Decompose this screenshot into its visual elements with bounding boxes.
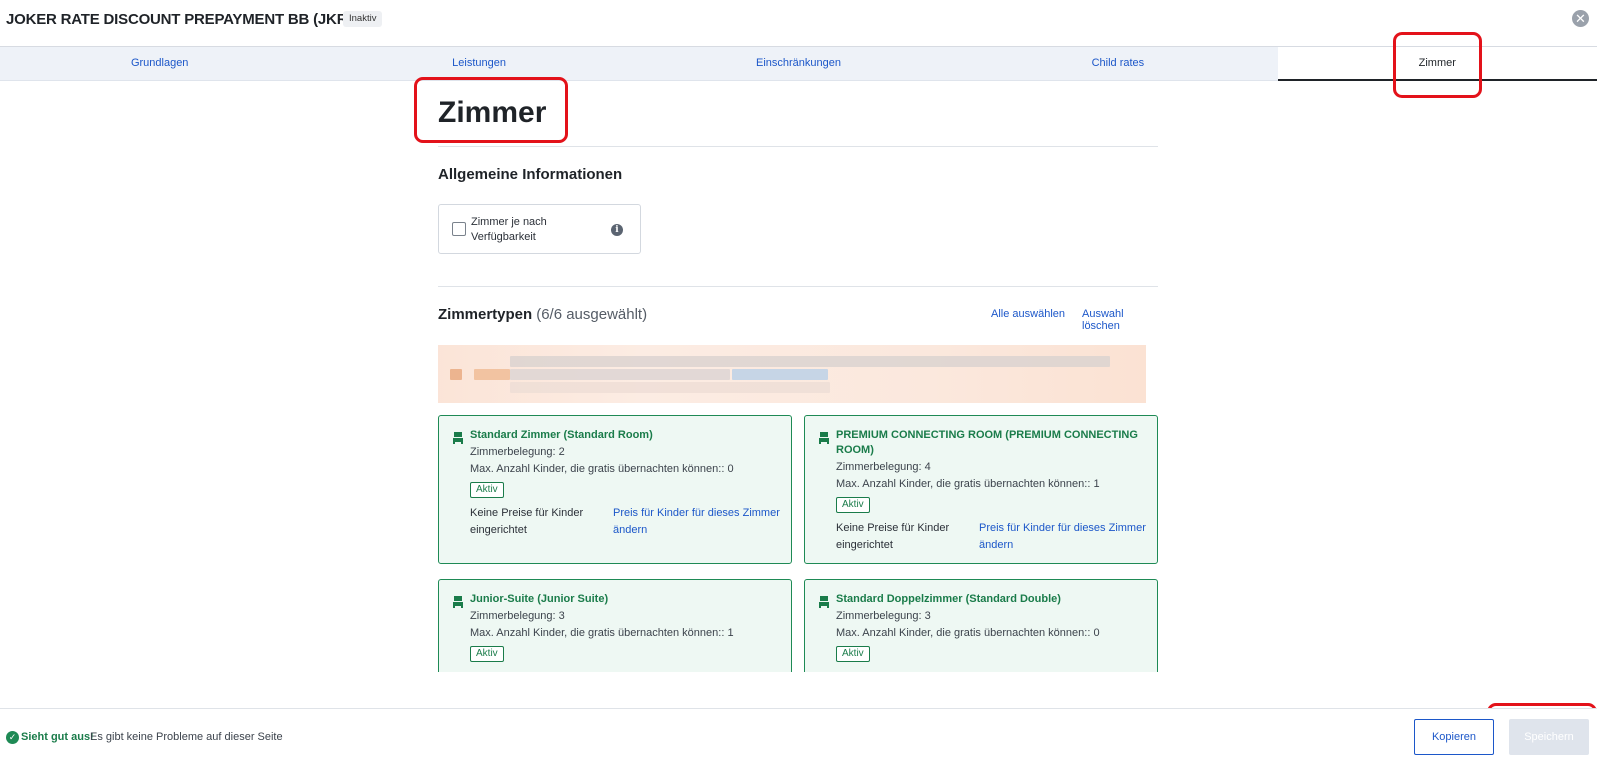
status-badge: Inaktiv <box>343 11 383 27</box>
obscured-notice-banner <box>438 345 1146 403</box>
room-card[interactable]: Junior-Suite (Junior Suite) Zimmerbelegu… <box>438 579 792 672</box>
copy-button[interactable]: Kopieren <box>1414 719 1494 755</box>
room-max-children: Max. Anzahl Kinder, die gratis übernacht… <box>836 627 1100 639</box>
status-message: Es gibt keine Probleme auf dieser Seite <box>90 731 283 743</box>
room-name: PREMIUM CONNECTING ROOM (PREMIUM CONNECT… <box>836 429 1138 456</box>
page-title: Zimmer <box>438 96 547 129</box>
kids-price-link[interactable]: Preis für Kinder für dieses Zimmer änder… <box>979 520 1149 554</box>
room-max-children: Max. Anzahl Kinder, die gratis übernacht… <box>470 463 734 475</box>
room-max-children: Max. Anzahl Kinder, die gratis übernacht… <box>470 627 734 639</box>
room-occupancy: Zimmerbelegung: 2 <box>470 446 565 458</box>
tab-grundlagen[interactable]: Grundlagen <box>0 47 319 81</box>
status-badge: Aktiv <box>470 646 504 662</box>
main-content: Zimmer Allgemeine Informationen Zimmer j… <box>438 82 1158 672</box>
roomtypes-count: (6/6 ausgewählt) <box>536 306 648 323</box>
room-card[interactable]: Standard Zimmer (Standard Room) Zimmerbe… <box>438 415 792 564</box>
room-occupancy: Zimmerbelegung: 3 <box>836 610 931 622</box>
divider <box>438 286 1158 287</box>
availability-checkbox-label: Zimmer je nach Verfügbarkeit <box>471 216 547 243</box>
room-card[interactable]: PREMIUM CONNECTING ROOM (PREMIUM CONNECT… <box>804 415 1158 564</box>
bed-icon <box>453 432 463 444</box>
kids-price-text: Keine Preise für Kinder eingerichtet <box>470 507 584 536</box>
roomtypes-title: Zimmertypen <box>438 306 533 323</box>
select-all-link[interactable]: Alle auswählen <box>991 308 1065 320</box>
room-occupancy: Zimmerbelegung: 3 <box>470 610 565 622</box>
tab-child-rates[interactable]: Child rates <box>958 47 1277 81</box>
availability-checkbox-card[interactable]: Zimmer je nach Verfügbarkeit i <box>438 204 641 254</box>
check-circle-icon: ✓ <box>6 731 19 744</box>
header-bar: JOKER RATE DISCOUNT PREPAYMENT BB (JKR) … <box>0 0 1597 47</box>
rate-title: JOKER RATE DISCOUNT PREPAYMENT BB (JKR) <box>6 11 353 28</box>
room-occupancy: Zimmerbelegung: 4 <box>836 461 931 473</box>
bed-icon <box>819 432 829 444</box>
save-button[interactable]: Speichern <box>1509 719 1589 755</box>
clear-selection-link[interactable]: Auswahl löschen <box>1082 308 1158 332</box>
status-badge: Aktiv <box>470 482 504 498</box>
info-icon[interactable]: i <box>611 224 623 236</box>
bed-icon <box>453 596 463 608</box>
kids-price-text: Keine Preise für Kinder eingerichtet <box>836 522 950 551</box>
section-heading-roomtypes: Zimmertypen (6/6 ausgewählt) <box>438 306 647 323</box>
tab-leistungen[interactable]: Leistungen <box>319 47 638 81</box>
status-message-strong: Sieht gut aus! <box>21 731 94 743</box>
availability-checkbox[interactable] <box>452 222 466 236</box>
footer-bar: ✓ Sieht gut aus! Es gibt keine Probleme … <box>0 708 1597 759</box>
kids-price-link[interactable]: Preis für Kinder für dieses Zimmer änder… <box>613 505 783 539</box>
room-card[interactable]: Standard Doppelzimmer (Standard Double) … <box>804 579 1158 672</box>
tab-einschraenkungen[interactable]: Einschränkungen <box>639 47 958 81</box>
bed-icon <box>819 596 829 608</box>
room-max-children: Max. Anzahl Kinder, die gratis übernacht… <box>836 478 1100 490</box>
room-name: Junior-Suite (Junior Suite) <box>470 593 609 605</box>
room-name: Standard Zimmer (Standard Room) <box>470 429 653 441</box>
divider <box>438 146 1158 147</box>
tab-bar: Grundlagen Leistungen Einschränkungen Ch… <box>0 47 1597 81</box>
tab-zimmer[interactable]: Zimmer <box>1277 47 1597 81</box>
close-icon[interactable]: ✕ <box>1572 10 1589 27</box>
section-heading-general: Allgemeine Informationen <box>438 166 623 183</box>
status-badge: Aktiv <box>836 646 870 662</box>
room-name: Standard Doppelzimmer (Standard Double) <box>836 593 1061 605</box>
status-badge: Aktiv <box>836 497 870 513</box>
